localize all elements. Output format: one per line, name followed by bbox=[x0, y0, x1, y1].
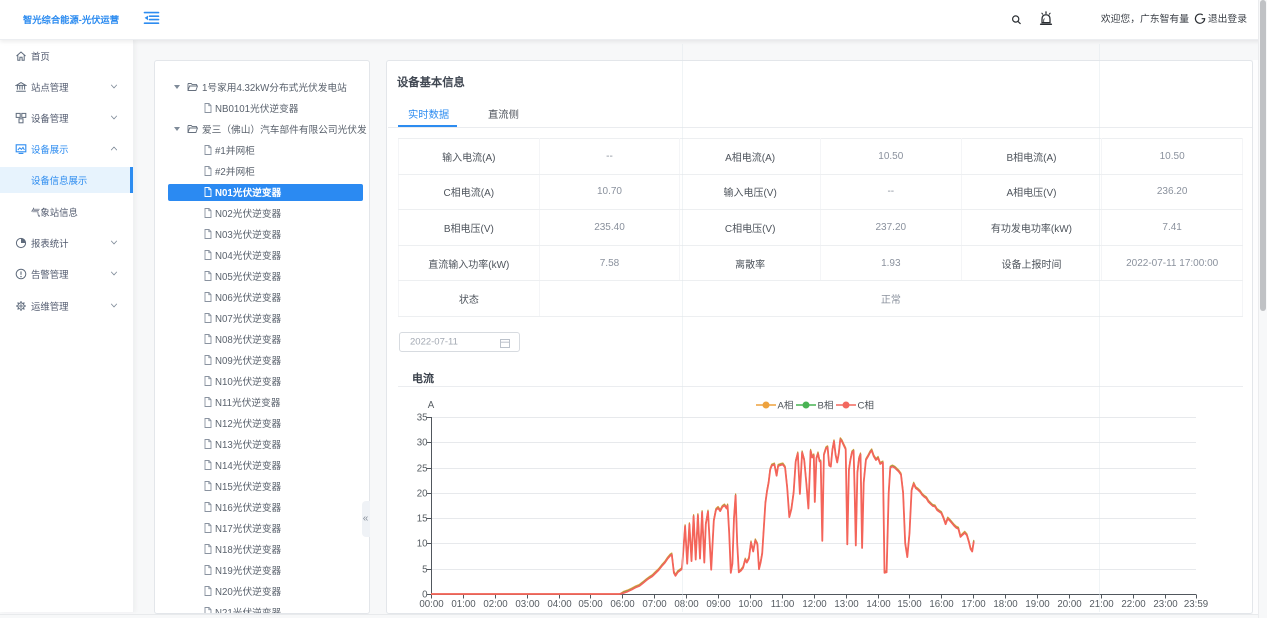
svg-text:20:00: 20:00 bbox=[1057, 599, 1082, 610]
svg-text:07:00: 07:00 bbox=[642, 599, 667, 610]
svg-text:12:00: 12:00 bbox=[802, 599, 827, 610]
svg-text:A: A bbox=[428, 400, 435, 411]
svg-text:02:00: 02:00 bbox=[483, 599, 508, 610]
svg-text:14:00: 14:00 bbox=[866, 599, 891, 610]
svg-text:15: 15 bbox=[417, 514, 428, 525]
svg-text:21:00: 21:00 bbox=[1089, 599, 1114, 610]
svg-text:5: 5 bbox=[422, 565, 427, 576]
svg-text:13:00: 13:00 bbox=[834, 599, 859, 610]
svg-text:C相: C相 bbox=[858, 400, 875, 412]
svg-text:01:00: 01:00 bbox=[451, 599, 476, 610]
svg-text:23:00: 23:00 bbox=[1153, 599, 1178, 610]
svg-text:B相: B相 bbox=[818, 400, 834, 412]
svg-text:05:00: 05:00 bbox=[578, 599, 603, 610]
svg-text:11:00: 11:00 bbox=[771, 599, 795, 610]
svg-text:09:00: 09:00 bbox=[706, 599, 731, 610]
svg-text:06:00: 06:00 bbox=[610, 599, 635, 610]
svg-text:18:00: 18:00 bbox=[993, 599, 1018, 610]
svg-text:19:00: 19:00 bbox=[1025, 599, 1050, 610]
svg-text:20: 20 bbox=[417, 489, 428, 500]
svg-text:22:00: 22:00 bbox=[1121, 599, 1146, 610]
svg-text:17:00: 17:00 bbox=[961, 599, 986, 610]
svg-text:10: 10 bbox=[417, 539, 428, 550]
svg-text:00:00: 00:00 bbox=[419, 599, 444, 610]
svg-text:04:00: 04:00 bbox=[547, 599, 572, 610]
svg-text:35: 35 bbox=[417, 413, 428, 424]
svg-text:30: 30 bbox=[417, 438, 428, 449]
svg-text:03:00: 03:00 bbox=[515, 599, 540, 610]
svg-text:23:59: 23:59 bbox=[1184, 599, 1208, 610]
svg-text:16:00: 16:00 bbox=[929, 599, 954, 610]
svg-text:15:00: 15:00 bbox=[897, 599, 922, 610]
svg-text:10:00: 10:00 bbox=[738, 599, 763, 610]
svg-text:08:00: 08:00 bbox=[674, 599, 699, 610]
svg-text:25: 25 bbox=[417, 464, 428, 475]
svg-text:A相: A相 bbox=[778, 400, 794, 412]
